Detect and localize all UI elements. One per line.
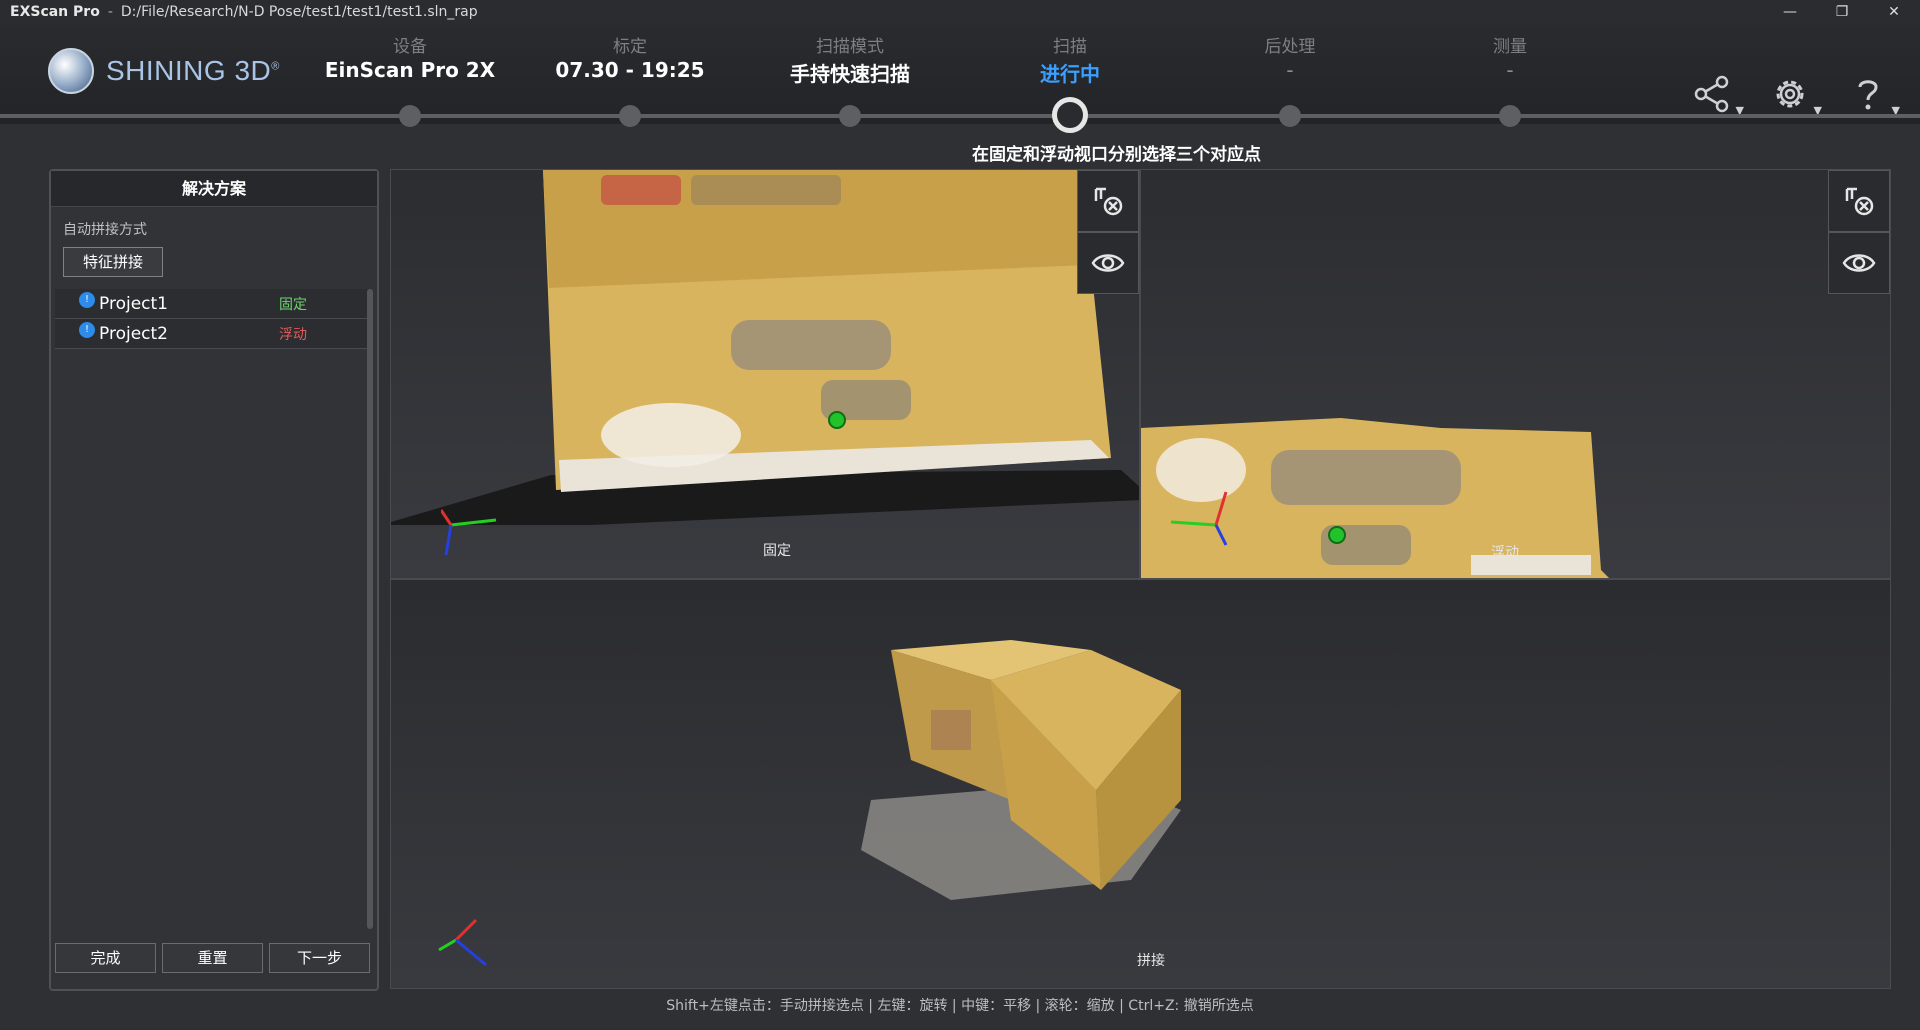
visibility-toggle[interactable] <box>1077 232 1139 294</box>
title-bar: EXScan Pro - D:/File/Research/N-D Pose/t… <box>0 0 1920 24</box>
close-button[interactable]: ✕ <box>1868 0 1920 24</box>
step-caption: 扫描模式 <box>816 37 884 57</box>
step-caption: 测量 <box>1493 37 1527 57</box>
window-controls: — ❐ ✕ <box>1764 0 1920 24</box>
header: SHINING 3D® 设备 EinScan Pro 2X 标定 07.30 -… <box>0 24 1920 124</box>
project-name: Project2 <box>99 323 168 344</box>
project-name: Project1 <box>99 293 168 314</box>
step-scan[interactable]: 扫描 进行中 <box>970 32 1170 87</box>
viewport-tools <box>1077 170 1139 294</box>
step-device[interactable]: 设备 EinScan Pro 2X <box>310 32 510 82</box>
minimize-button[interactable]: — <box>1764 0 1816 24</box>
feature-merge-button[interactable]: 特征拼接 <box>63 247 163 277</box>
restore-button[interactable]: ❐ <box>1816 0 1868 24</box>
picked-point[interactable] <box>828 411 846 429</box>
shortcut-hint: Shift+左键点击：手动拼接选点 | 左键：旋转 | 中键：平移 | 滚轮：缩… <box>666 998 1254 1014</box>
fixed-viewport-label: 固定 <box>763 543 791 559</box>
merge-viewport[interactable]: 拼接 <box>390 579 1891 989</box>
step-node[interactable] <box>619 105 641 127</box>
share-button[interactable]: ▼ <box>1690 74 1744 118</box>
axis-gizmo-icon <box>438 918 487 967</box>
workflow-steps: 设备 EinScan Pro 2X 标定 07.30 - 19:25 扫描模式 … <box>320 32 1620 122</box>
reset-button[interactable]: 重置 <box>162 943 263 973</box>
step-value: - <box>1506 58 1514 82</box>
list-item[interactable]: ! Project2 浮动 <box>55 319 367 349</box>
solution-panel: 解决方案 自动拼接方式 特征拼接 ! Project1 固定 ! Project… <box>49 169 379 991</box>
next-step-button[interactable]: 下一步 <box>269 943 370 973</box>
project-role-tag: 浮动 <box>279 326 307 343</box>
clear-points-button[interactable] <box>1828 170 1890 232</box>
progress-track <box>0 114 1920 118</box>
gear-icon <box>1776 80 1804 108</box>
help-button[interactable]: ▼ <box>1846 74 1900 118</box>
merge-viewport-label: 拼接 <box>1137 953 1165 969</box>
picked-point[interactable] <box>1328 526 1346 544</box>
axis-gizmo-icon <box>441 509 497 556</box>
project-role-tag: 固定 <box>279 296 307 313</box>
step-caption: 标定 <box>613 37 647 57</box>
viewport-tools <box>1828 170 1890 294</box>
step-node-active[interactable] <box>1052 97 1088 133</box>
clear-points-button[interactable] <box>1077 170 1139 232</box>
fixed-viewport[interactable]: 固定 <box>390 169 1140 579</box>
float-viewport[interactable]: 浮动 <box>1140 169 1891 579</box>
step-measure[interactable]: 测量 - <box>1410 32 1610 82</box>
panel-scrollbar[interactable] <box>367 289 373 929</box>
step-value: - <box>1286 58 1294 82</box>
eye-icon <box>1091 254 1125 272</box>
step-node[interactable] <box>1499 105 1521 127</box>
auto-merge-label: 自动拼接方式 <box>63 222 147 238</box>
file-path: D:/File/Research/N-D Pose/test1/test1/te… <box>120 4 478 20</box>
done-button[interactable]: 完成 <box>55 943 156 973</box>
project-list: ! Project1 固定 ! Project2 浮动 <box>55 289 367 349</box>
float-viewport-label: 浮动 <box>1491 545 1519 561</box>
panel-title: 解决方案 <box>51 171 377 207</box>
clear-points-icon <box>1845 187 1874 216</box>
info-icon: ! <box>79 291 95 308</box>
help-icon <box>1858 80 1878 110</box>
logo-text: SHINING 3D® <box>106 55 280 86</box>
logo-globe-icon <box>48 48 94 94</box>
title-separator: - <box>107 4 113 20</box>
step-caption: 扫描 <box>1053 37 1087 57</box>
eye-icon <box>1842 254 1876 272</box>
step-value: 进行中 <box>1040 62 1100 86</box>
header-tools: ▼ ▼ ▼ <box>1690 74 1900 118</box>
logo: SHINING 3D® <box>48 48 280 94</box>
step-value: 手持快速扫描 <box>790 62 910 86</box>
step-calibration[interactable]: 标定 07.30 - 19:25 <box>530 32 730 82</box>
step-caption: 后处理 <box>1264 37 1316 57</box>
float-scan-model <box>1141 418 1609 578</box>
info-icon: ! <box>79 321 95 338</box>
step-node[interactable] <box>839 105 861 127</box>
instruction-hint: 在固定和浮动视口分别选择三个对应点 <box>972 145 1261 165</box>
settings-button[interactable]: ▼ <box>1768 74 1822 118</box>
step-post-processing[interactable]: 后处理 - <box>1190 32 1390 82</box>
step-value: EinScan Pro 2X <box>324 58 496 82</box>
visibility-toggle[interactable] <box>1828 232 1890 294</box>
step-scan-mode[interactable]: 扫描模式 手持快速扫描 <box>750 32 950 87</box>
axis-gizmo-icon <box>1171 491 1228 546</box>
list-item[interactable]: ! Project1 固定 <box>55 289 367 319</box>
panel-actions: 完成 重置 下一步 <box>55 943 370 973</box>
merged-box-model <box>861 640 1181 900</box>
clear-points-icon <box>1094 187 1123 216</box>
step-caption: 设备 <box>393 37 427 57</box>
step-node[interactable] <box>399 105 421 127</box>
step-node[interactable] <box>1279 105 1301 127</box>
share-icon <box>1694 75 1729 113</box>
step-value: 07.30 - 19:25 <box>555 58 705 82</box>
app-name: EXScan Pro <box>10 4 100 20</box>
